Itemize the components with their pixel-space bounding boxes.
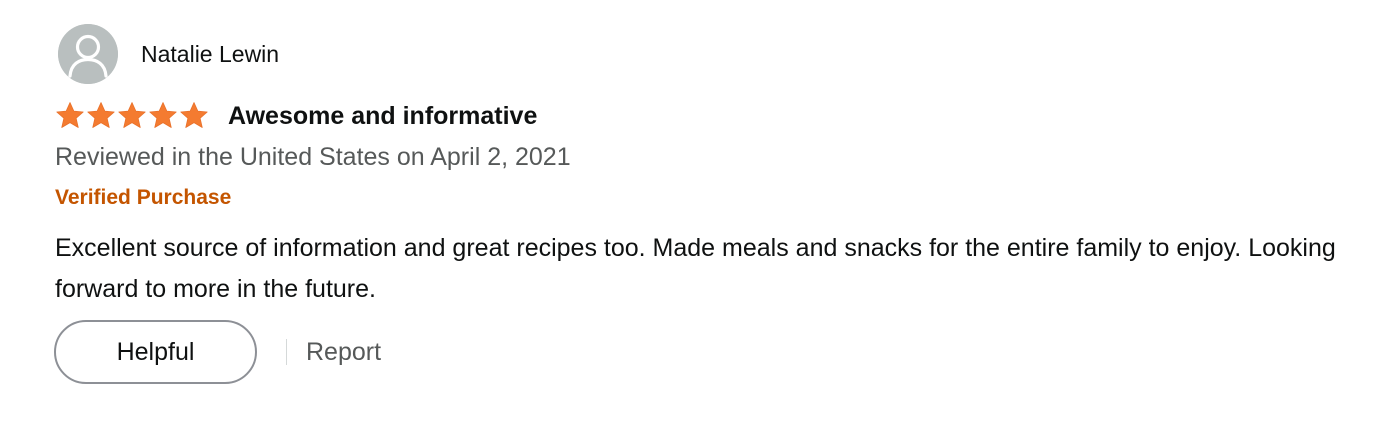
avatar	[58, 24, 118, 84]
review-date: Reviewed in the United States on April 2…	[55, 143, 571, 171]
report-link[interactable]: Report	[306, 338, 381, 367]
review-body: Excellent source of information and grea…	[55, 234, 1336, 303]
star-icon	[149, 102, 177, 128]
star-icon	[118, 102, 146, 128]
helpful-button[interactable]: Helpful	[54, 320, 257, 384]
review-header: Awesome and informative	[55, 100, 537, 132]
review-title[interactable]: Awesome and informative	[228, 100, 537, 132]
reviewer-name[interactable]: Natalie Lewin	[141, 39, 279, 69]
star-icon	[56, 102, 84, 128]
star-icon	[87, 102, 115, 128]
user-silhouette-icon	[58, 24, 118, 84]
reviewer-profile[interactable]: Natalie Lewin	[58, 24, 279, 84]
action-divider	[286, 339, 287, 365]
review-actions: Helpful Report	[54, 320, 381, 384]
customer-review: Natalie Lewin Awesome and informative Re…	[0, 0, 1398, 422]
star-rating[interactable]	[55, 100, 210, 132]
star-icon	[180, 102, 208, 128]
verified-purchase-badge[interactable]: Verified Purchase	[55, 184, 231, 212]
